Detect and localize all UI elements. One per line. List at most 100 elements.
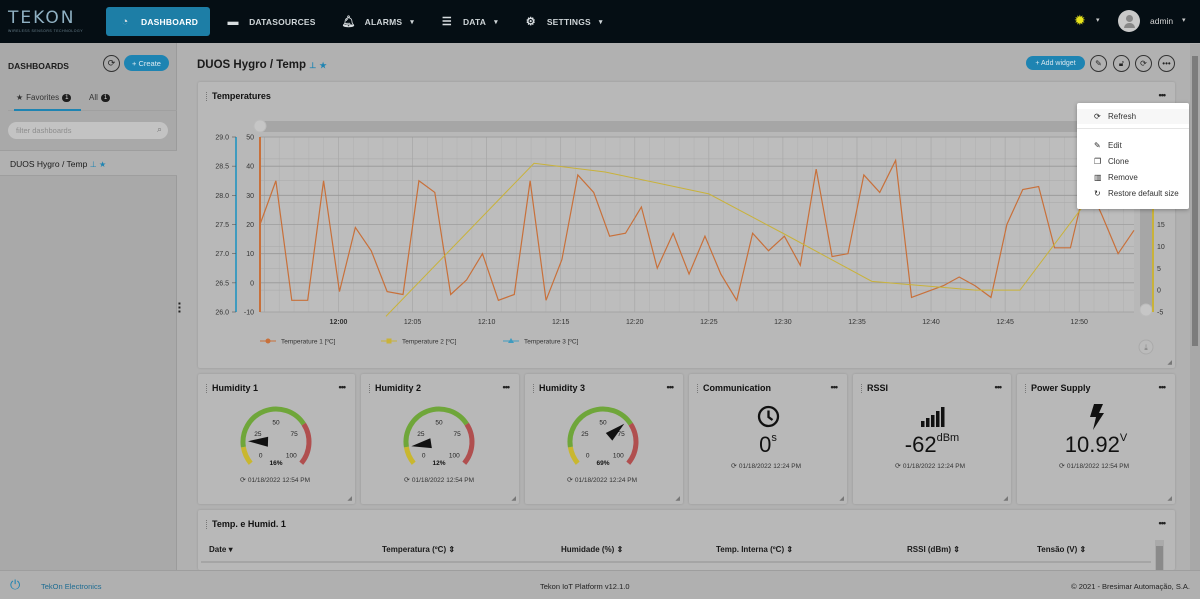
gauge-tick-label: 50: [599, 420, 607, 427]
tab-favorites[interactable]: ★ Favorites 1: [13, 93, 82, 111]
y-tick-label: 30: [246, 193, 254, 200]
star-icon: ★: [16, 93, 24, 102]
y-tick-label-right: 10: [1157, 244, 1165, 251]
pencil-icon: ✎: [1094, 141, 1101, 150]
pin-icon[interactable]: ⊥: [309, 61, 316, 70]
widget-menu-button[interactable]: •••: [995, 382, 1003, 392]
column-header-rssi[interactable]: RSSI (dBm) ⇕: [907, 545, 960, 554]
table-scrollbar[interactable]: [1155, 540, 1164, 570]
nav-alarms[interactable]: 🔔︎ ALARMS ▾: [332, 7, 424, 36]
gauge-value: 69%: [596, 460, 609, 467]
refresh-icon: ⟳: [567, 477, 573, 484]
widget-menu-button[interactable]: •••: [1159, 518, 1167, 528]
scrollbar-thumb[interactable]: [1192, 56, 1198, 346]
column-header-temp-interna[interactable]: Temp. Interna (ºC) ⇕: [716, 545, 793, 554]
resize-handle[interactable]: ◢: [1003, 495, 1008, 502]
top-navbar: TEKON WIRELESS SENSORS TECHNOLOGY ◔ DASH…: [0, 0, 1200, 43]
refresh-icon: ⟳: [1059, 463, 1065, 470]
gauge-tick-label: 0: [422, 452, 426, 459]
bell-icon: 🔔︎: [341, 16, 356, 28]
resize-handle[interactable]: ◢: [511, 495, 516, 502]
list-item[interactable]: DUOS Hygro / Temp ⊥ ★: [10, 159, 106, 169]
menu-item-remove[interactable]: ▥ Remove: [1077, 170, 1189, 185]
x-tick-label: 12:30: [774, 319, 792, 326]
nav-data[interactable]: ☰ DATA ▾: [430, 7, 508, 36]
refresh-button[interactable]: ⟳: [103, 55, 120, 72]
x-tick-label: 12:40: [922, 319, 940, 326]
gauge-widget: Humidity 3 ••• 0 25 50 75 100 69% ⟳ 01/18/2022…: [525, 374, 683, 504]
timestamp: ⟳ 01/18/2022 12:24 PM: [895, 463, 966, 470]
power-icon[interactable]: ⏻: [10, 577, 20, 593]
tab-all[interactable]: All 1: [89, 93, 111, 102]
gauge-tick-label: 100: [613, 452, 624, 459]
nav-datasources[interactable]: ▬ DATASOURCES: [216, 7, 326, 36]
menu-item-refresh[interactable]: ⟳ Refresh: [1077, 109, 1189, 124]
power-supply-widget: Power Supply ••• 10.92V ⟳ 01/18/2022 12:5…: [1017, 374, 1175, 504]
nav-label: DATASOURCES: [249, 16, 316, 27]
bolt-icon: [1090, 404, 1104, 430]
refresh-icon: ⟳: [1094, 112, 1101, 121]
refresh-dashboard-button[interactable]: ⟳: [1135, 55, 1152, 72]
legend-label: Temperature 3 [ºC]: [524, 339, 579, 346]
column-header-humidade[interactable]: Humidade (%) ⇕: [561, 545, 623, 554]
x-tick-label: 12:45: [996, 319, 1014, 326]
page-scrollbar[interactable]: [1190, 44, 1200, 570]
widget-menu-button[interactable]: •••: [831, 382, 839, 392]
column-header-tensao[interactable]: Tensão (V) ⇕: [1037, 545, 1086, 554]
unlock-button[interactable]: 🔓︎: [1113, 55, 1130, 72]
x-tick-label: 12:10: [478, 319, 496, 326]
user-name[interactable]: admin: [1150, 16, 1173, 26]
database-icon: ☰: [441, 16, 452, 28]
star-icon[interactable]: ★: [319, 61, 326, 70]
pin-icon[interactable]: ⊥: [90, 160, 97, 169]
resize-handle[interactable]: ◢: [347, 495, 352, 502]
dashboard-icon: ◔: [121, 15, 129, 28]
timestamp: ⟳ 01/18/2022 12:24 PM: [731, 463, 802, 470]
widget-title: Power Supply: [1025, 383, 1091, 393]
chevron-down-icon[interactable]: ▾: [1096, 16, 1100, 24]
dashboards-sidebar: DASHBOARDS ⟳ + Create ★ Favorites 1 All …: [0, 43, 177, 570]
timestamp: ⟳ 01/18/2022 12:24 PM: [567, 477, 638, 484]
menu-item-restore-size[interactable]: ↻ Restore default size: [1077, 186, 1189, 201]
sidebar-resize-handle[interactable]: ▪ ▪ ▪: [178, 300, 182, 316]
menu-item-edit[interactable]: ✎ Edit: [1077, 138, 1189, 153]
x-tick-label: 12:25: [700, 319, 718, 326]
add-widget-button[interactable]: + Add widget: [1026, 56, 1085, 70]
nav-dashboard[interactable]: ◔ DASHBOARD: [106, 7, 211, 36]
resize-handle[interactable]: ◢: [1167, 495, 1172, 502]
page-title: DUOS Hygro / Temp ⊥ ★: [197, 59, 327, 71]
chevron-down-icon[interactable]: ▾: [1182, 16, 1186, 24]
column-header-date[interactable]: Date ▾: [209, 545, 233, 554]
legend-marker: [265, 338, 271, 344]
stat-value: 10.92V: [1064, 432, 1128, 457]
y-tick-label: 50: [246, 135, 254, 142]
gauge-tick-label: 25: [254, 431, 262, 438]
nav-settings[interactable]: ⚙ SETTINGS ▾: [514, 7, 613, 36]
filter-dashboards-input[interactable]: filter dashboards ⌕: [8, 122, 168, 139]
sort-icon: ⇕: [448, 545, 456, 554]
widget-menu-button[interactable]: •••: [1159, 382, 1167, 392]
nav-label: DASHBOARD: [141, 16, 199, 27]
timestamp: ⟳ 01/18/2022 12:54 PM: [240, 477, 311, 484]
temperatures-widget: Temperatures ••• 26.0 26.5 27.0 27.5 28.0 28.…: [198, 82, 1175, 368]
y-tick-label-right: 15: [1157, 222, 1165, 229]
y-tick-label: 28.5: [215, 164, 229, 171]
sort-icon: ⇕: [616, 545, 624, 554]
range-navigator: [260, 121, 1134, 132]
tekon-logo[interactable]: TEKON WIRELESS SENSORS TECHNOLOGY: [8, 8, 98, 36]
avatar[interactable]: [1118, 10, 1140, 32]
resize-handle[interactable]: ◢: [839, 495, 844, 502]
stat-value: 0s: [759, 432, 777, 457]
column-header-temperatura[interactable]: Temperatura (ºC) ⇕: [382, 545, 455, 554]
sort-icon: ⇕: [1079, 545, 1087, 554]
edit-dashboard-button[interactable]: ✎: [1090, 55, 1107, 72]
star-icon[interactable]: ★: [99, 160, 106, 169]
more-options-button[interactable]: •••: [1158, 55, 1175, 72]
gauge-band: [626, 422, 639, 465]
lightbulb-icon[interactable]: ✹: [1074, 12, 1086, 29]
footer-company-link[interactable]: TekOn Electronics: [41, 582, 101, 591]
resize-handle[interactable]: ◢: [675, 495, 680, 502]
create-button[interactable]: + Create: [124, 55, 169, 71]
menu-item-clone[interactable]: ❐ Clone: [1077, 154, 1189, 169]
resize-handle[interactable]: ◢: [1167, 359, 1172, 366]
